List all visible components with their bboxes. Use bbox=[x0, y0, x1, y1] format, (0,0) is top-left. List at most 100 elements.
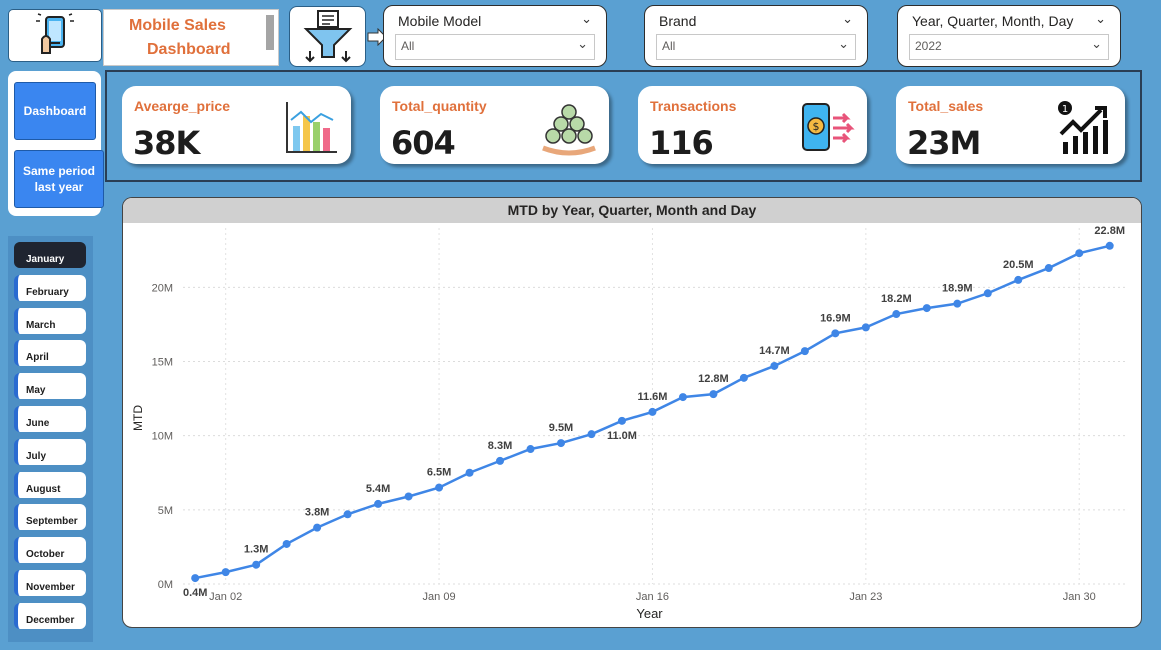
kpi-title: Transactions bbox=[650, 98, 737, 114]
date-dropdown[interactable]: 2022 ⌄ bbox=[909, 34, 1109, 60]
kpi-title: Avearge_price bbox=[134, 98, 230, 114]
dashboard-title-line2: Dashboard bbox=[147, 41, 231, 58]
data-point bbox=[1075, 249, 1084, 258]
slicer-label: Year, Quarter, Month, Day bbox=[912, 13, 1074, 29]
chevron-down-icon[interactable]: ⌄ bbox=[581, 12, 592, 27]
kpi-title: Total_sales bbox=[908, 98, 984, 114]
data-label: 18.2M bbox=[881, 293, 912, 305]
month-item-january[interactable]: January bbox=[14, 242, 86, 268]
month-item-august[interactable]: August bbox=[14, 471, 86, 498]
dashboard-nav-button[interactable]: Dashboard bbox=[14, 82, 96, 140]
kpi-card-transactions: Transactions 116 $ bbox=[638, 86, 867, 164]
data-point bbox=[800, 347, 809, 356]
data-point bbox=[282, 539, 291, 548]
month-slicer: January February March April May June July Augu… bbox=[8, 236, 93, 642]
data-point bbox=[953, 299, 962, 308]
nav-panel: Dashboard Same period last year bbox=[8, 71, 104, 216]
month-item-february[interactable]: February bbox=[14, 274, 86, 301]
slicer-value: All bbox=[662, 39, 676, 53]
growth-chart-icon: 1 bbox=[1058, 101, 1108, 154]
month-item-april[interactable]: April bbox=[14, 340, 86, 367]
data-point bbox=[404, 492, 413, 501]
month-item-march[interactable]: March bbox=[14, 307, 86, 334]
data-label: 20.5M bbox=[1003, 259, 1034, 271]
chevron-down-icon[interactable]: ⌄ bbox=[1095, 12, 1106, 27]
data-point bbox=[465, 468, 474, 477]
month-item-may[interactable]: May bbox=[14, 373, 86, 400]
data-point bbox=[343, 510, 352, 519]
date-hierarchy-slicer[interactable]: Year, Quarter, Month, Day ⌄ 2022 ⌄ bbox=[897, 5, 1121, 67]
slicer-value: All bbox=[401, 39, 415, 53]
data-point bbox=[739, 373, 748, 382]
x-tick-label: Jan 02 bbox=[209, 591, 242, 603]
kpi-value: 116 bbox=[649, 124, 714, 162]
chevron-down-icon[interactable]: ⌄ bbox=[842, 12, 853, 27]
brand-dropdown[interactable]: All ⌄ bbox=[656, 34, 856, 60]
title-scrollbar[interactable] bbox=[266, 15, 274, 50]
mtd-chart-card: 0M 5M 10M 15M 20M Jan 02 Jan 09 Jan 16 Jan 23 Jan… bbox=[122, 197, 1142, 628]
data-point bbox=[374, 499, 383, 508]
data-label: 1.3M bbox=[244, 544, 268, 556]
kpi-card-average-price: Avearge_price 38K bbox=[122, 86, 351, 164]
month-item-october[interactable]: October bbox=[14, 537, 86, 564]
data-point bbox=[557, 439, 565, 448]
data-point bbox=[496, 456, 505, 465]
kpi-value: 604 bbox=[391, 124, 456, 162]
data-point bbox=[1014, 275, 1023, 284]
data-point bbox=[252, 560, 261, 569]
data-point bbox=[892, 310, 901, 319]
data-point bbox=[922, 304, 931, 313]
data-point bbox=[617, 416, 626, 425]
x-tick-label: Jan 23 bbox=[849, 591, 882, 603]
data-point bbox=[861, 323, 870, 332]
slicer-label: Mobile Model bbox=[398, 13, 482, 29]
filter-tile[interactable] bbox=[289, 6, 366, 67]
data-point bbox=[191, 574, 200, 583]
svg-text:1: 1 bbox=[1062, 104, 1068, 115]
data-label: 14.7M bbox=[759, 345, 790, 357]
same-period-last-year-button[interactable]: Same period last year bbox=[14, 150, 104, 208]
brand-slicer[interactable]: Brand ⌄ All ⌄ bbox=[644, 5, 868, 67]
data-point bbox=[770, 361, 779, 370]
mobile-model-slicer[interactable]: Mobile Model ⌄ All ⌄ bbox=[383, 5, 607, 67]
month-item-november[interactable]: November bbox=[14, 570, 86, 596]
data-point bbox=[526, 445, 535, 454]
mobile-payment-icon: $ bbox=[802, 103, 855, 151]
y-tick-label: 10M bbox=[152, 431, 173, 443]
money-bags-icon bbox=[542, 104, 596, 156]
x-tick-label: Jan 30 bbox=[1063, 591, 1096, 603]
data-point bbox=[1105, 241, 1114, 250]
phone-hand-icon bbox=[36, 12, 74, 54]
data-label: 3.8M bbox=[305, 507, 329, 519]
x-tick-label: Jan 09 bbox=[423, 591, 456, 603]
kpi-title: Total_quantity bbox=[392, 98, 487, 114]
month-item-december[interactable]: December bbox=[14, 602, 86, 629]
data-point bbox=[709, 390, 718, 399]
funnel-icon bbox=[303, 9, 352, 62]
data-label: 12.8M bbox=[698, 373, 729, 385]
data-point bbox=[678, 393, 687, 402]
mtd-line-chart: 0M 5M 10M 15M 20M Jan 02 Jan 09 Jan 16 Jan 23 Jan… bbox=[131, 225, 1128, 621]
data-point bbox=[435, 483, 444, 492]
x-axis-title: Year bbox=[636, 606, 663, 621]
y-tick-label: 20M bbox=[152, 282, 173, 294]
month-item-july[interactable]: July bbox=[14, 438, 86, 465]
data-label: 5.4M bbox=[366, 483, 390, 495]
data-point bbox=[983, 289, 992, 298]
month-item-september[interactable]: September bbox=[14, 504, 86, 531]
kpi-band: Avearge_price 38K Total_quantity 604 Tra… bbox=[105, 70, 1142, 182]
chevron-down-icon: ⌄ bbox=[1091, 37, 1102, 52]
data-point bbox=[313, 523, 322, 532]
month-item-june[interactable]: June bbox=[14, 406, 86, 432]
data-point bbox=[831, 329, 840, 338]
y-axis-title: MTD bbox=[131, 405, 145, 431]
slicer-label: Brand bbox=[659, 13, 697, 29]
data-point bbox=[587, 430, 596, 439]
data-label: 11.6M bbox=[637, 391, 667, 403]
mobile-model-dropdown[interactable]: All ⌄ bbox=[395, 34, 595, 60]
slicer-value: 2022 bbox=[915, 39, 942, 53]
data-point bbox=[648, 407, 657, 416]
data-label: 16.9M bbox=[820, 312, 851, 324]
kpi-card-total-sales: Total_sales 23M 1 bbox=[896, 86, 1125, 164]
chevron-down-icon: ⌄ bbox=[577, 37, 588, 52]
